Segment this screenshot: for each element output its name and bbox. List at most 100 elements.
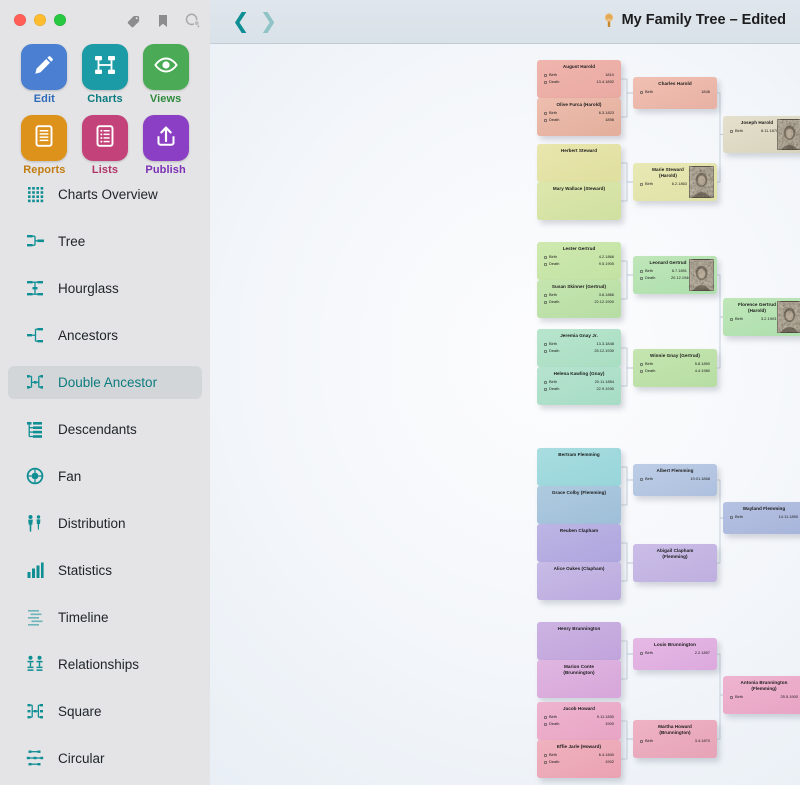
birth-date: 2.2.1897 — [694, 650, 710, 656]
death-row: Death 22.12.1900 — [544, 299, 614, 306]
mode-button-label: Charts — [87, 93, 123, 105]
person-card-grace-colby-flemming[interactable]: Grace Colby (Flemming) — [537, 486, 621, 524]
person-card-reuben-clapham[interactable]: Reuben Clapham — [537, 524, 621, 562]
person-card-antonia-brunnington-flemming[interactable]: Antonia Brunnington (Flemming) Birth 25.5.… — [723, 676, 800, 714]
mode-button-reports[interactable]: Reports — [16, 115, 72, 176]
person-card-effie-jarle-howard[interactable]: Effie Jarle (Howard) Birth 6.4.1840 Death 1… — [537, 740, 621, 778]
bookmark-icon[interactable] — [156, 13, 170, 29]
person-card-mary-wallace-steward[interactable]: Mary Wallace (Steward) — [537, 182, 621, 220]
mode-button-lists[interactable]: Lists — [77, 115, 133, 176]
document-title-group: My Family Tree – Edited — [602, 12, 786, 28]
person-card-albert-flemming[interactable]: Albert Flemming Birth 19.01.1868 — [633, 464, 717, 496]
person-card-charles-harold[interactable]: Charles Harold Birth 1848 — [633, 77, 717, 109]
avatar — [689, 259, 714, 291]
person-name: Susan Skinner (Gertrud) — [551, 284, 607, 289]
birth-date: 9.11.1830 — [596, 714, 614, 720]
birth-date: 3.6.1866 — [598, 292, 614, 298]
sidebar-item-label: Square — [58, 704, 102, 719]
sidebar-item-charts-overview[interactable]: Charts Overview — [8, 178, 202, 211]
person-details: Birth 25.5.1900 — [723, 694, 800, 704]
person-card-bertram-flemming[interactable]: Bertram Flemming — [537, 448, 621, 486]
person-details: Birth 6.4.1840 Death 1902 — [537, 752, 621, 768]
sidebar-item-label: Tree — [58, 234, 86, 249]
person-card-olive-furca-harold[interactable]: Olive Furca (Harold) Birth 6.3.1823 Death 1… — [537, 98, 621, 136]
chart-canvas[interactable]: August Harold Birth 1810 Death 13.4.1892 Oli… — [210, 44, 800, 785]
person-card-henry-brunnington[interactable]: Henry Brunnington — [537, 622, 621, 660]
mode-button-views[interactable]: Views — [138, 44, 194, 105]
sidebar-item-circular[interactable]: Circular — [8, 742, 202, 775]
birth-icon — [544, 73, 549, 77]
person-card-jacob-howard[interactable]: Jacob Howard Birth 9.11.1830 Death 1900 — [537, 702, 621, 740]
minimize-button[interactable] — [34, 14, 46, 26]
sidebar-item-timeline[interactable]: Timeline — [8, 601, 202, 634]
person-card-winnie-gnay-gertrud[interactable]: Winnie Gnay (Gertrud) Birth 5.8.1890 Death… — [633, 349, 717, 387]
person-card-jeremia-gnay-jr[interactable]: Jeremia Gnay Jr. Birth 13.3.1848 Death 25.1… — [537, 329, 621, 367]
person-card-herbert-steward[interactable]: Herbert Steward — [537, 144, 621, 182]
mode-button-edit[interactable]: Edit — [16, 44, 72, 105]
person-card-marie-steward-harold[interactable]: Marie Steward (Harold) Birth 6.2.1863 — [633, 163, 717, 201]
chevron-left-icon[interactable]: ❮ — [232, 11, 250, 32]
birth-label: Birth — [645, 476, 654, 482]
sidebar-item-descendants[interactable]: Descendants — [8, 413, 202, 446]
person-card-louis-brunnington[interactable]: Louis Brunnington Birth 2.2.1897 — [633, 638, 717, 670]
sidebar-item-distribution[interactable]: Distribution — [8, 507, 202, 540]
person-details: Birth 2.2.1897 — [633, 650, 717, 660]
person-card-joseph-harold[interactable]: Joseph Harold Birth 8.11.1870 — [723, 116, 800, 153]
death-date: 22.9.1930 — [596, 385, 614, 391]
person-card-susan-skinner-gertrud[interactable]: Susan Skinner (Gertrud) Birth 3.6.1866 Dea… — [537, 280, 621, 318]
person-card-florence-gertrud-harold[interactable]: Florence Gertrud (Harold) Birth 3.2.1903 — [723, 298, 800, 336]
tag-icon[interactable] — [126, 13, 142, 29]
search-badge-icon[interactable] — [184, 12, 201, 29]
birth-date: 3.4.1870 — [694, 738, 710, 744]
birth-label: Birth — [549, 110, 558, 116]
birth-label: Birth — [645, 89, 654, 95]
birth-row: Birth 3.6.1866 — [544, 292, 614, 299]
sidebar-item-relationships[interactable]: Relationships — [8, 648, 202, 681]
sidebar-item-fan[interactable]: Fan — [8, 460, 202, 493]
person-card-alice-oakes-clapham[interactable]: Alice Oakes (Clapham) — [537, 562, 621, 600]
person-card-leonard-gertrud[interactable]: Leonard Gertrud Birth 8.7.1891 Death 20.12.… — [633, 256, 717, 294]
death-icon — [640, 369, 645, 373]
connector-line — [621, 78, 633, 94]
sidebar-item-hourglass[interactable]: Hourglass — [8, 272, 202, 305]
mode-button-label: Reports — [23, 164, 66, 176]
sidebar-item-square[interactable]: Square — [8, 695, 202, 728]
descendants-chart-icon — [22, 419, 48, 441]
sidebar-item-ancestors[interactable]: Ancestors — [8, 319, 202, 352]
birth-date: 14.11.1890 — [778, 514, 798, 520]
person-card-august-harold[interactable]: August Harold Birth 1810 Death 13.4.1892 — [537, 60, 621, 98]
birth-icon — [640, 477, 645, 481]
close-button[interactable] — [14, 14, 26, 26]
sidebar-item-tree[interactable]: Tree — [8, 225, 202, 258]
mode-button-publish[interactable]: Publish — [138, 115, 194, 176]
person-card-wayland-flemming[interactable]: Wayland Flemming Birth 14.11.1890 — [723, 502, 800, 534]
timeline-icon — [22, 607, 48, 629]
death-row: Death 20.12.1946 — [640, 275, 691, 282]
person-card-marion-conte-brunnington[interactable]: Marion Conte (Brunnington) — [537, 660, 621, 698]
document-icon — [31, 123, 57, 154]
mode-button-charts[interactable]: Charts — [77, 44, 133, 105]
person-card-martha-howard-brunnington[interactable]: Martha Howard (Brunnington) Birth 3.4.1870 — [633, 720, 717, 758]
death-row: Death 1900 — [544, 721, 614, 728]
sidebar-item-statistics[interactable]: Statistics — [8, 554, 202, 587]
birth-row: Birth 5.8.1890 — [640, 361, 710, 368]
sidebar-item-double-ancestor[interactable]: Double Ancestor — [8, 366, 202, 399]
death-row: Death 4.4.1980 — [640, 368, 710, 375]
person-card-lester-gertrud[interactable]: Lester Gertrud Birth 4.2.1866 Death 9.5.190… — [537, 242, 621, 280]
avatar — [777, 119, 800, 150]
birth-icon — [730, 317, 735, 321]
person-details: Birth 20.11.1854 Death 22.9.1930 — [537, 379, 621, 395]
zoom-button[interactable] — [54, 14, 66, 26]
person-name: Olive Furca (Harold) — [556, 102, 602, 107]
chevron-right-icon[interactable]: ❯ — [260, 11, 278, 32]
death-row: Death 13.4.1892 — [544, 79, 614, 86]
connector-line — [621, 92, 633, 118]
sidebar-item-label: Timeline — [58, 610, 109, 625]
birth-row: Birth 25.5.1900 — [730, 694, 798, 701]
views-tile — [142, 44, 189, 90]
person-name: Jacob Howard — [563, 706, 595, 711]
birth-icon — [730, 515, 735, 519]
person-card-helena-kawling-gnay[interactable]: Helena Kawling (Gnay) Birth 20.11.1854 Dea… — [537, 367, 621, 405]
person-card-abigail-clapham-flemming[interactable]: Abigail Clapham (Flemming) — [633, 544, 717, 582]
person-name: Louis Brunnington — [654, 642, 696, 647]
